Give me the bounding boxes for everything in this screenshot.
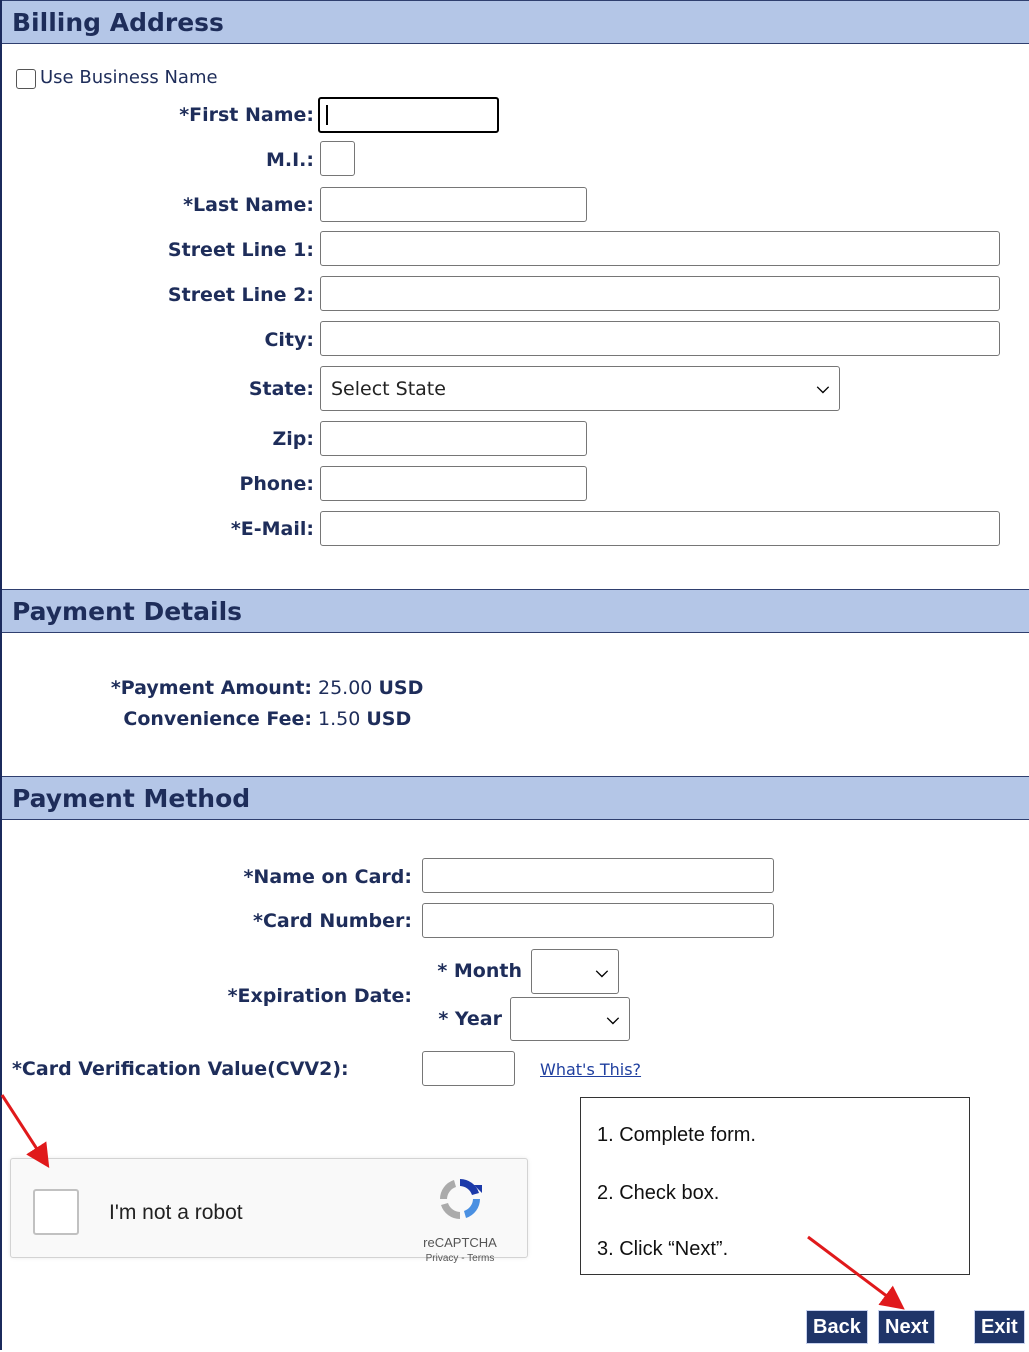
back-button[interactable]: Back — [806, 1310, 868, 1344]
payment-method-title: Payment Method — [12, 784, 251, 813]
chevron-down-icon: ⌵ — [595, 962, 608, 981]
text-caret — [326, 105, 328, 125]
phone-input[interactable] — [320, 466, 587, 501]
instructions-callout: 1. Complete form. 2. Check box. 3. Click… — [580, 1097, 970, 1275]
payment-details-title: Payment Details — [12, 597, 243, 626]
expiration-date-label: *Expiration Date: — [227, 985, 412, 1007]
recaptcha-widget: I'm not a robot reCAPTCHA Privacy - Term… — [10, 1158, 528, 1264]
recaptcha-logo-icon — [440, 1179, 482, 1219]
billing-address-title: Billing Address — [12, 8, 224, 37]
email-label: *E-Mail: — [230, 518, 314, 540]
state-select-value: Select State — [331, 378, 446, 400]
name-on-card-label: *Name on Card: — [243, 866, 413, 888]
recaptcha-terms-link[interactable]: Terms — [467, 1253, 494, 1264]
state-select[interactable]: Select State ⌵ — [320, 366, 840, 411]
cvv-label: *Card Verification Value(CVV2): — [12, 1058, 349, 1080]
recaptcha-checkbox[interactable] — [33, 1189, 79, 1235]
payment-amount-currency: USD — [378, 677, 424, 699]
expiration-year-select[interactable]: ⌵ — [510, 997, 630, 1041]
recaptcha-privacy-link[interactable]: Privacy — [426, 1253, 459, 1264]
recaptcha-label: I'm not a robot — [109, 1201, 243, 1224]
phone-label: Phone: — [239, 473, 314, 495]
chevron-down-icon: ⌵ — [606, 1009, 619, 1028]
payment-amount-label: *Payment Amount: — [110, 677, 312, 699]
cvv-input[interactable] — [422, 1051, 515, 1086]
month-label: * Month — [437, 960, 522, 982]
card-number-input[interactable] — [422, 903, 774, 938]
state-label: State: — [248, 378, 314, 400]
use-business-name-checkbox[interactable] — [16, 69, 36, 89]
name-on-card-input[interactable] — [422, 858, 774, 893]
expiration-month-select[interactable]: ⌵ — [531, 949, 619, 994]
zip-label: Zip: — [272, 428, 315, 450]
recaptcha-link-separator: - — [458, 1253, 468, 1264]
convenience-fee-label: Convenience Fee: — [123, 708, 312, 730]
year-label: * Year — [438, 1008, 502, 1030]
mi-label: M.I.: — [265, 149, 314, 171]
instruction-step-3: 3. Click “Next”. — [597, 1238, 729, 1260]
instruction-step-2: 2. Check box. — [597, 1182, 720, 1204]
recaptcha-links: Privacy - Terms — [415, 1253, 505, 1264]
last-name-input[interactable] — [320, 187, 587, 222]
recaptcha-brand: reCAPTCHA — [423, 1235, 497, 1250]
exit-button[interactable]: Exit — [974, 1310, 1025, 1344]
use-business-name-label: Use Business Name — [40, 67, 218, 88]
first-name-label: *First Name: — [179, 104, 314, 126]
street-line-1-label: Street Line 1: — [167, 239, 314, 261]
city-input[interactable] — [320, 321, 1000, 356]
email-input[interactable] — [320, 511, 1000, 546]
first-name-input[interactable] — [318, 97, 499, 133]
city-label: City: — [264, 329, 314, 351]
whats-this-link[interactable]: What's This? — [540, 1060, 641, 1079]
chevron-down-icon: ⌵ — [816, 378, 829, 397]
convenience-fee-number: 1.50 — [318, 708, 361, 730]
card-number-label: *Card Number: — [253, 910, 412, 932]
street-line-1-input[interactable] — [320, 231, 1000, 266]
middle-initial-input[interactable] — [320, 141, 355, 176]
payment-amount-number: 25.00 — [318, 677, 373, 699]
street-line-2-label: Street Line 2: — [167, 284, 314, 306]
payment-method-header: Payment Method — [2, 776, 1029, 820]
payment-amount-value: 25.00 USD — [318, 677, 423, 699]
last-name-label: *Last Name: — [183, 194, 314, 216]
next-button[interactable]: Next — [878, 1310, 936, 1344]
convenience-fee-value: 1.50 USD — [318, 708, 411, 730]
zip-input[interactable] — [320, 421, 587, 456]
convenience-fee-currency: USD — [366, 708, 412, 730]
instruction-step-1: 1. Complete form. — [597, 1124, 756, 1146]
payment-details-header: Payment Details — [2, 589, 1029, 633]
street-line-2-input[interactable] — [320, 276, 1000, 311]
billing-address-header: Billing Address — [2, 0, 1029, 44]
